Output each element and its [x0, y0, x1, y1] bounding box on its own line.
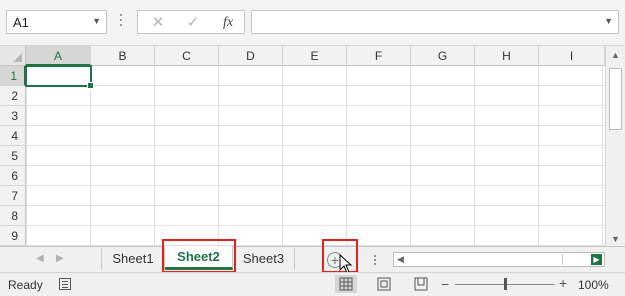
worksheet-grid: A B C D E F G H I 1 2 3 4 5 6 7 8 9 [0, 46, 605, 246]
sheet-tab-sheet3[interactable]: Sheet3 [233, 248, 295, 270]
scroll-up-icon[interactable]: ▲ [611, 50, 620, 60]
row-header-6[interactable]: 6 [0, 166, 26, 186]
select-all-button[interactable] [0, 46, 26, 66]
scroll-down-icon[interactable]: ▼ [611, 234, 620, 244]
vertical-scrollbar[interactable]: ▲ ▼ [605, 46, 625, 246]
zoom-slider-thumb[interactable] [504, 278, 507, 290]
name-box-value: A1 [13, 15, 29, 30]
status-bar: Ready − + 100% [0, 272, 625, 296]
name-box[interactable]: A1 ▼ [6, 10, 107, 34]
column-header-c[interactable]: C [155, 46, 219, 66]
column-header-i[interactable]: I [539, 46, 605, 66]
formula-input[interactable]: ▼ [251, 10, 619, 34]
column-header-b[interactable]: B [91, 46, 155, 66]
row-header-5[interactable]: 5 [0, 146, 26, 166]
scroll-right-icon[interactable]: ▶ [591, 254, 602, 265]
normal-view-icon [339, 277, 353, 291]
row-header-9[interactable]: 9 [0, 226, 26, 246]
fx-icon[interactable]: fx [217, 13, 239, 33]
page-layout-button[interactable] [373, 275, 395, 293]
zoom-in-icon[interactable]: + [559, 275, 567, 291]
column-header-a[interactable]: A [26, 46, 91, 66]
row-header-3[interactable]: 3 [0, 106, 26, 126]
status-text: Ready [8, 278, 43, 292]
active-cell-a1[interactable] [25, 65, 94, 89]
close-icon[interactable]: ✕ [147, 13, 169, 33]
page-layout-icon [377, 277, 391, 291]
page-break-icon [414, 277, 428, 291]
horizontal-scroll-thumb[interactable] [408, 254, 563, 265]
row-header-7[interactable]: 7 [0, 186, 26, 206]
vertical-scroll-thumb[interactable] [609, 68, 622, 130]
chevron-down-icon[interactable]: ▼ [92, 16, 101, 26]
column-header-g[interactable]: G [411, 46, 475, 66]
formula-bar-grip[interactable] [119, 14, 123, 30]
tab-split-grip[interactable] [374, 255, 376, 267]
zoom-level[interactable]: 100% [578, 278, 609, 292]
column-header-d[interactable]: D [219, 46, 283, 66]
sheet-tab-sheet1[interactable]: Sheet1 [101, 248, 165, 270]
cell-area[interactable] [26, 66, 605, 246]
normal-view-button[interactable] [335, 275, 357, 293]
column-header-f[interactable]: F [347, 46, 411, 66]
row-header-1[interactable]: 1 [0, 66, 26, 86]
column-header-h[interactable]: H [475, 46, 539, 66]
mouse-pointer-icon [339, 254, 353, 274]
column-header-e[interactable]: E [283, 46, 347, 66]
sheet-tab-bar: ◀ ▶ Sheet1 Sheet2 Sheet3 + ◀ ▶ [0, 239, 625, 274]
row-header-2[interactable]: 2 [0, 86, 26, 106]
formula-buttons: ✕ ✓ fx [137, 10, 245, 34]
page-break-button[interactable] [410, 275, 432, 293]
macro-record-icon[interactable] [59, 278, 71, 290]
expand-formula-icon[interactable]: ▼ [604, 16, 613, 26]
check-icon[interactable]: ✓ [182, 13, 204, 33]
scroll-left-icon[interactable]: ◀ [397, 254, 404, 265]
row-header-8[interactable]: 8 [0, 206, 26, 226]
horizontal-scrollbar[interactable]: ◀ ▶ [393, 252, 605, 267]
formula-bar-area: A1 ▼ ✕ ✓ fx ▼ [0, 0, 625, 46]
zoom-out-icon[interactable]: − [441, 276, 449, 292]
scroll-tabs-left-icon[interactable]: ◀ [36, 253, 44, 264]
highlight-box-sheet2 [162, 239, 236, 273]
scroll-tabs-right-icon[interactable]: ▶ [56, 253, 64, 264]
row-header-4[interactable]: 4 [0, 126, 26, 146]
